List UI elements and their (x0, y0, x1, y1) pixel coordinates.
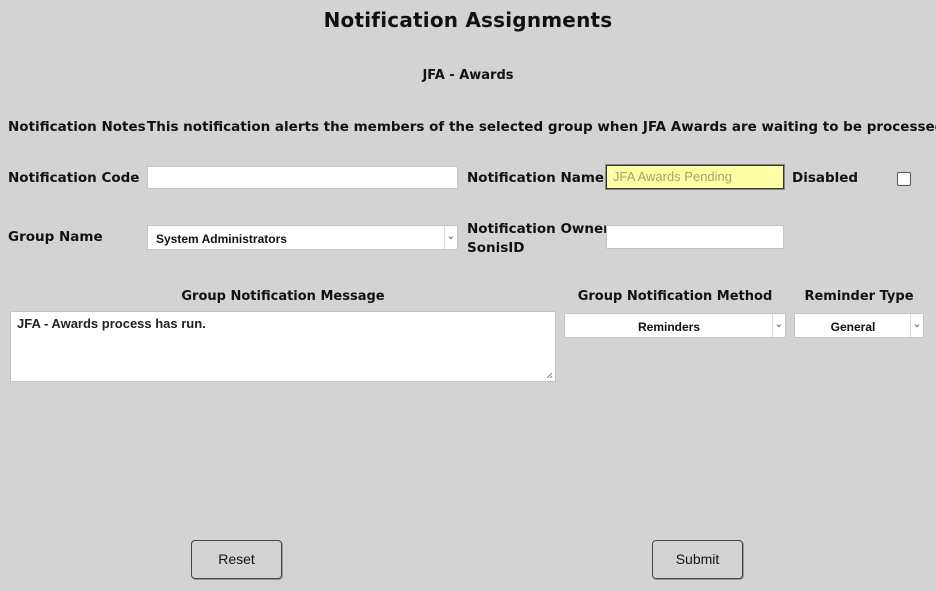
notification-notes-text: This notification alerts the members of … (147, 119, 936, 135)
group-message-label: Group Notification Message (181, 289, 385, 304)
notification-name-label: Notification Name (467, 170, 605, 186)
group-message-value: JFA - Awards process has run. (17, 316, 206, 331)
notification-code-label: Notification Code (8, 170, 140, 186)
notification-method-select[interactable]: Reminders ⌄ (564, 313, 786, 338)
notification-code-input[interactable] (147, 166, 458, 189)
notification-owner-label-line1: Notification Owner (467, 221, 610, 237)
reminder-type-label: Reminder Type (804, 289, 914, 304)
notification-method-value: Reminders (637, 320, 701, 334)
resize-grip-icon[interactable] (546, 372, 553, 379)
notification-owner-label: Notification Owner SonisID (467, 220, 610, 258)
submit-button[interactable]: Submit (652, 540, 743, 579)
reset-button[interactable]: Reset (191, 540, 282, 579)
group-name-value: System Administrators (156, 232, 287, 246)
chevron-down-icon: ⌄ (772, 314, 785, 337)
reminder-type-value: General (830, 320, 876, 334)
group-name-label: Group Name (8, 229, 103, 245)
group-message-textarea[interactable]: JFA - Awards process has run. (10, 311, 556, 382)
page-title: Notification Assignments (323, 8, 613, 32)
chevron-down-icon: ⌄ (910, 314, 923, 337)
reminder-type-select[interactable]: General ⌄ (794, 313, 924, 338)
page-subtitle: JFA - Awards (422, 68, 514, 83)
notification-method-label: Group Notification Method (577, 289, 773, 304)
disabled-checkbox[interactable] (897, 172, 911, 186)
chevron-down-icon: ⌄ (444, 226, 457, 249)
notification-name-input[interactable]: JFA Awards Pending (605, 164, 785, 190)
group-name-select[interactable]: System Administrators ⌄ (147, 225, 458, 250)
notification-owner-input[interactable] (606, 225, 784, 249)
notification-owner-label-line2: SonisID (467, 240, 525, 256)
notification-notes-label: Notification Notes (8, 119, 146, 135)
notification-name-value: JFA Awards Pending (613, 169, 733, 184)
disabled-label: Disabled (792, 170, 859, 186)
